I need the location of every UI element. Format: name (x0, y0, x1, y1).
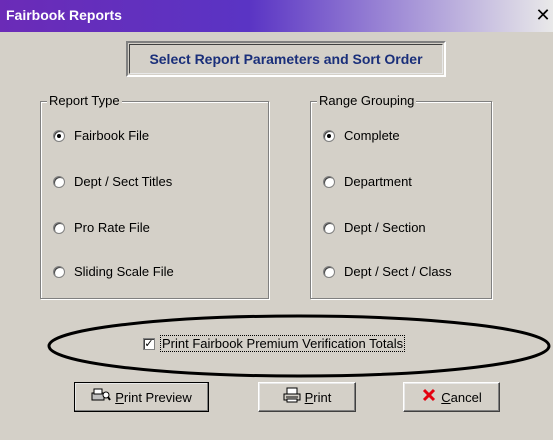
radio-dept-sect-class[interactable]: Dept / Sect / Class (323, 264, 452, 279)
title-bar[interactable]: Fairbook Reports ✕ (0, 0, 553, 32)
radio-button-icon[interactable] (53, 129, 65, 142)
range-grouping-group: Range Grouping Complete Department Dept … (310, 93, 492, 299)
page-title: Select Report Parameters and Sort Order (149, 51, 423, 67)
print-preview-icon (91, 387, 112, 407)
print-preview-button[interactable]: Print Preview (74, 382, 209, 412)
checkbox-icon[interactable]: ✓ (143, 337, 155, 350)
radio-fairbook-file[interactable]: Fairbook File (53, 128, 149, 143)
radio-label: Fairbook File (74, 128, 150, 143)
cancel-label: ancel (450, 389, 482, 405)
cancel-icon (421, 387, 437, 407)
fairbook-reports-window: Fairbook Reports ✕ Select Report Paramet… (0, 0, 553, 440)
radio-button-icon[interactable] (323, 129, 335, 142)
printer-icon (283, 387, 301, 407)
radio-button-icon[interactable] (53, 175, 65, 188)
radio-label: Complete (344, 128, 400, 143)
radio-sliding-scale-file[interactable]: Sliding Scale File (53, 264, 174, 279)
verification-totals-checkbox[interactable]: ✓ Print Fairbook Premium Verification To… (143, 335, 406, 352)
cancel-mnemonic: C (441, 389, 451, 405)
heading-box: Select Report Parameters and Sort Order (126, 41, 446, 77)
window-title: Fairbook Reports (6, 7, 122, 23)
print-label: rint (313, 389, 332, 405)
radio-label: Dept / Section (344, 220, 426, 235)
close-icon[interactable]: ✕ (533, 6, 553, 26)
radio-dept-sect-titles[interactable]: Dept / Sect Titles (53, 174, 172, 189)
print-preview-mnemonic: P (115, 389, 124, 405)
radio-label: Dept / Sect / Class (344, 264, 452, 279)
radio-complete[interactable]: Complete (323, 128, 400, 143)
radio-dept-section[interactable]: Dept / Section (323, 220, 426, 235)
report-type-group: Report Type Fairbook File Dept / Sect Ti… (40, 93, 269, 299)
verification-totals-label: Print Fairbook Premium Verification Tota… (159, 335, 406, 352)
radio-button-icon[interactable] (323, 221, 335, 234)
radio-label: Sliding Scale File (74, 264, 174, 279)
cancel-icon-graphic (423, 388, 436, 402)
printer-icon-graphic (283, 387, 301, 403)
radio-button-icon[interactable] (323, 265, 335, 278)
radio-label: Dept / Sect Titles (74, 174, 173, 189)
range-grouping-legend: Range Grouping (317, 93, 417, 108)
radio-label: Department (344, 174, 412, 189)
report-type-legend: Report Type (47, 93, 122, 108)
cancel-button[interactable]: Cancel (403, 382, 500, 412)
print-mnemonic: P (304, 389, 314, 405)
radio-pro-rate-file[interactable]: Pro Rate File (53, 220, 150, 235)
radio-department[interactable]: Department (323, 174, 412, 189)
radio-label: Pro Rate File (74, 220, 150, 235)
radio-button-icon[interactable] (53, 221, 65, 234)
print-preview-icon-graphic (91, 388, 112, 401)
radio-button-icon[interactable] (323, 175, 335, 188)
print-button[interactable]: Print (258, 382, 356, 412)
radio-button-icon[interactable] (53, 265, 65, 278)
print-preview-label: rint Preview (123, 389, 192, 405)
